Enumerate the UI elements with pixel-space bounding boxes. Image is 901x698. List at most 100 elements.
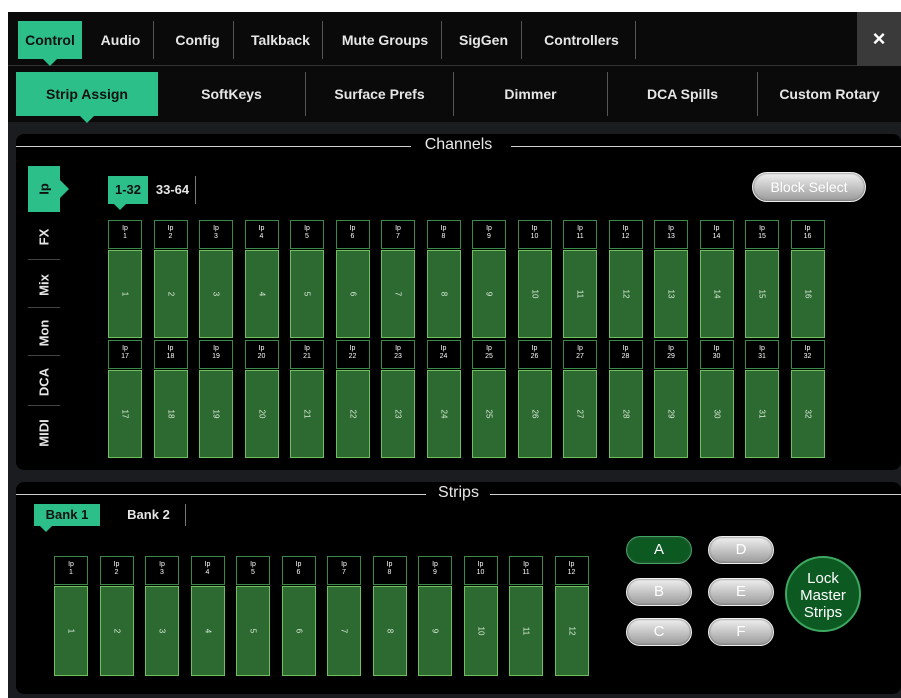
layer-c-button[interactable]: C: [626, 618, 692, 646]
strip-fader[interactable]: 7: [327, 586, 361, 676]
sidetab-dca[interactable]: DCA: [28, 358, 60, 406]
range-1-32-tab[interactable]: 1-32: [108, 176, 148, 210]
channel-strip[interactable]: Ip 30 30: [699, 340, 734, 458]
channel-strip[interactable]: Ip 26 26: [517, 340, 552, 458]
channel-strip[interactable]: Ip 32 32: [790, 340, 825, 458]
strip-fader[interactable]: 8: [372, 586, 407, 676]
block-select-button[interactable]: Block Select: [752, 172, 866, 202]
strip-fader[interactable]: 6: [281, 586, 316, 676]
tab-controllers[interactable]: Controllers: [528, 21, 636, 59]
tab-audio[interactable]: Audio: [88, 21, 154, 59]
channel-strip[interactable]: Ip 28 28: [608, 340, 643, 458]
strip-fader[interactable]: 19: [199, 370, 233, 458]
strip-fader[interactable]: 24: [426, 370, 461, 458]
sidetab-fx[interactable]: FX: [28, 214, 60, 260]
strip-fader[interactable]: 17: [108, 370, 142, 458]
surface-strip[interactable]: Ip 10 10: [463, 556, 498, 676]
channel-strip[interactable]: Ip 19 19: [199, 340, 233, 458]
strip-fader[interactable]: 18: [153, 370, 188, 458]
channel-strip[interactable]: Ip 16 16: [790, 220, 825, 338]
strip-fader[interactable]: 9: [472, 250, 506, 338]
strip-fader[interactable]: 25: [472, 370, 506, 458]
lock-master-strips-button[interactable]: Lock Master Strips: [785, 556, 861, 632]
strip-fader[interactable]: 10: [517, 250, 552, 338]
channel-strip[interactable]: Ip 1 1: [108, 220, 142, 338]
strip-fader[interactable]: 29: [654, 370, 688, 458]
strip-fader[interactable]: 8: [426, 250, 461, 338]
layer-b-button[interactable]: B: [626, 578, 692, 606]
tab-control[interactable]: Control: [18, 21, 82, 66]
strip-fader[interactable]: 30: [699, 370, 734, 458]
channel-strip[interactable]: Ip 21 21: [290, 340, 324, 458]
surface-strip[interactable]: Ip 11 11: [509, 556, 543, 676]
surface-strip[interactable]: Ip 12 12: [554, 556, 589, 676]
strip-fader[interactable]: 3: [145, 586, 179, 676]
channel-strip[interactable]: Ip 11 11: [563, 220, 597, 338]
surface-strip[interactable]: Ip 3 3: [145, 556, 179, 676]
strip-fader[interactable]: 14: [699, 250, 734, 338]
subtab-surface-prefs[interactable]: Surface Prefs: [306, 72, 454, 116]
channel-strip[interactable]: Ip 23 23: [381, 340, 415, 458]
strip-fader[interactable]: 26: [517, 370, 552, 458]
strip-fader[interactable]: 5: [236, 586, 270, 676]
strip-fader[interactable]: 28: [608, 370, 643, 458]
channel-strip[interactable]: Ip 12 12: [608, 220, 643, 338]
strip-fader[interactable]: 1: [108, 250, 142, 338]
surface-strip[interactable]: Ip 4 4: [190, 556, 225, 676]
subtab-dimmer[interactable]: Dimmer: [454, 72, 608, 116]
strip-fader[interactable]: 12: [554, 586, 589, 676]
tab-mute-groups[interactable]: Mute Groups: [329, 21, 442, 59]
surface-strip[interactable]: Ip 7 7: [327, 556, 361, 676]
channel-strip[interactable]: Ip 14 14: [699, 220, 734, 338]
channel-strip[interactable]: Ip 31 31: [745, 340, 779, 458]
sidetab-mon[interactable]: Mon: [28, 310, 60, 356]
channel-strip[interactable]: Ip 29 29: [654, 340, 688, 458]
surface-strip[interactable]: Ip 1 1: [54, 556, 88, 676]
channel-strip[interactable]: Ip 5 5: [290, 220, 324, 338]
bank-1-tab[interactable]: Bank 1: [34, 504, 100, 532]
subtab-custom-rotary[interactable]: Custom Rotary: [758, 72, 901, 116]
channel-strip[interactable]: Ip 22 22: [335, 340, 370, 458]
strip-fader[interactable]: 6: [335, 250, 370, 338]
strip-fader[interactable]: 7: [381, 250, 415, 338]
strip-fader[interactable]: 3: [199, 250, 233, 338]
channel-strip[interactable]: Ip 6 6: [335, 220, 370, 338]
sidetab-ip[interactable]: Ip: [28, 166, 69, 212]
close-button[interactable]: ×: [857, 12, 901, 66]
strip-fader[interactable]: 16: [790, 250, 825, 338]
tab-siggen[interactable]: SigGen: [446, 21, 522, 59]
channel-strip[interactable]: Ip 3 3: [199, 220, 233, 338]
layer-f-button[interactable]: F: [708, 618, 774, 646]
channel-strip[interactable]: Ip 13 13: [654, 220, 688, 338]
strip-fader[interactable]: 11: [509, 586, 543, 676]
strip-fader[interactable]: 32: [790, 370, 825, 458]
channel-strip[interactable]: Ip 15 15: [745, 220, 779, 338]
layer-a-button[interactable]: A: [626, 536, 692, 564]
surface-strip[interactable]: Ip 6 6: [281, 556, 316, 676]
sidetab-midi[interactable]: MIDI: [28, 408, 60, 458]
layer-d-button[interactable]: D: [708, 536, 774, 564]
surface-strip[interactable]: Ip 5 5: [236, 556, 270, 676]
channel-strip[interactable]: Ip 9 9: [472, 220, 506, 338]
surface-strip[interactable]: Ip 9 9: [418, 556, 452, 676]
tab-config[interactable]: Config: [162, 21, 234, 59]
subtab-dca-spills[interactable]: DCA Spills: [608, 72, 758, 116]
strip-fader[interactable]: 23: [381, 370, 415, 458]
strip-fader[interactable]: 9: [418, 586, 452, 676]
strip-fader[interactable]: 21: [290, 370, 324, 458]
channel-strip[interactable]: Ip 7 7: [381, 220, 415, 338]
channel-strip[interactable]: Ip 4 4: [244, 220, 279, 338]
channel-strip[interactable]: Ip 27 27: [563, 340, 597, 458]
tab-talkback[interactable]: Talkback: [239, 21, 323, 59]
strip-fader[interactable]: 5: [290, 250, 324, 338]
channel-strip[interactable]: Ip 2 2: [153, 220, 188, 338]
channel-strip[interactable]: Ip 8 8: [426, 220, 461, 338]
strip-fader[interactable]: 11: [563, 250, 597, 338]
strip-fader[interactable]: 27: [563, 370, 597, 458]
strip-fader[interactable]: 4: [244, 250, 279, 338]
strip-fader[interactable]: 2: [99, 586, 134, 676]
strip-fader[interactable]: 20: [244, 370, 279, 458]
channel-strip[interactable]: Ip 17 17: [108, 340, 142, 458]
channel-strip[interactable]: Ip 18 18: [153, 340, 188, 458]
strip-fader[interactable]: 31: [745, 370, 779, 458]
